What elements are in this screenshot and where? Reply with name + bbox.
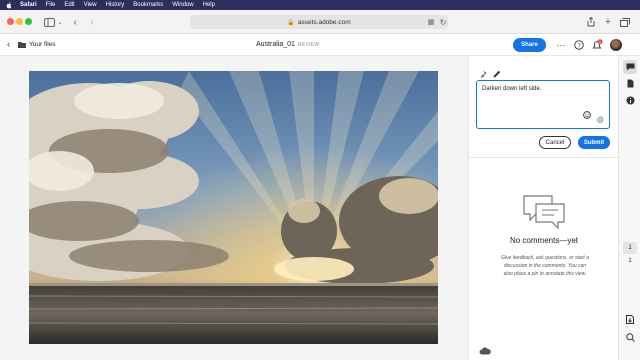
avatar[interactable]	[610, 39, 622, 51]
comments-panel: Darken down left side. @ Cancel Submit N…	[468, 56, 619, 360]
file-icon[interactable]	[623, 76, 637, 90]
download-icon[interactable]	[623, 312, 637, 326]
panel-divider	[469, 157, 619, 158]
cancel-button[interactable]: Cancel	[539, 136, 571, 149]
page-title: Australia_01	[256, 41, 295, 48]
forward-icon[interactable]: ›	[88, 16, 96, 28]
new-tab-icon[interactable]: +	[603, 16, 613, 28]
menu-history[interactable]: History	[106, 2, 125, 8]
menu-window[interactable]: Window	[172, 2, 193, 8]
cloud-icon[interactable]	[479, 342, 491, 360]
menu-edit[interactable]: Edit	[64, 2, 74, 8]
lock-icon: 🔒	[287, 19, 295, 26]
preview-canvas	[0, 56, 468, 360]
share-button[interactable]: Share	[513, 38, 546, 52]
comment-icon[interactable]	[623, 60, 637, 74]
current-page[interactable]: 1	[623, 242, 637, 254]
close-window-button[interactable]	[7, 18, 14, 25]
menu-bar: Safari File Edit View History Bookmarks …	[0, 0, 640, 10]
more-icon[interactable]: ⋯	[555, 39, 567, 51]
share-icon[interactable]	[586, 16, 596, 28]
review-badge: REVIEW	[298, 42, 320, 48]
emoji-icon[interactable]	[583, 106, 591, 124]
address-bar[interactable]: 🔒 assets.adobe.com	[190, 15, 448, 29]
browser-toolbar: ⌄ ‹ › 🔒 assets.adobe.com ▦ ↻ +	[0, 10, 640, 34]
chat-bubble-icon	[522, 194, 566, 235]
reload-icon[interactable]: ↻	[438, 16, 448, 28]
right-rail: 1 1	[618, 56, 640, 360]
minimize-window-button[interactable]	[16, 18, 23, 25]
asset-preview-image[interactable]	[29, 71, 438, 344]
zoom-icon[interactable]	[623, 330, 637, 344]
empty-state-title: No comments—yet	[509, 236, 579, 245]
menu-bookmarks[interactable]: Bookmarks	[133, 2, 163, 8]
empty-state-description: Give feedback, ask questions, or start a…	[501, 255, 589, 277]
back-icon[interactable]: ‹	[71, 16, 79, 28]
bell-icon[interactable]: 1	[590, 39, 604, 51]
translate-icon[interactable]: ▦	[426, 16, 436, 28]
breadcrumb[interactable]: Your files	[29, 41, 56, 48]
menu-view[interactable]: View	[84, 2, 97, 8]
zoom-window-button[interactable]	[25, 18, 32, 25]
folder-icon	[18, 42, 26, 48]
menu-safari[interactable]: Safari	[20, 2, 37, 8]
total-pages: 1	[628, 258, 632, 264]
help-icon[interactable]: ?	[573, 39, 585, 51]
menu-file[interactable]: File	[46, 2, 56, 8]
info-icon[interactable]	[623, 93, 637, 107]
menu-help[interactable]: Help	[203, 2, 215, 8]
comment-input[interactable]: Darken down left side. @	[476, 80, 610, 129]
sidebar-icon[interactable]	[43, 16, 55, 28]
tab-overview-icon[interactable]	[620, 16, 630, 28]
back-to-files-icon[interactable]: ‹	[7, 39, 10, 49]
comment-text: Darken down left side.	[482, 86, 542, 92]
submit-button[interactable]: Submit	[578, 136, 610, 149]
at-icon[interactable]: @	[597, 117, 604, 124]
chevron-down-icon[interactable]: ⌄	[57, 16, 63, 28]
apple-icon[interactable]	[6, 1, 12, 9]
app-header: ‹ Your files Australia_01 REVIEW Share ⋯…	[0, 34, 640, 56]
url-text: assets.adobe.com	[297, 18, 351, 26]
